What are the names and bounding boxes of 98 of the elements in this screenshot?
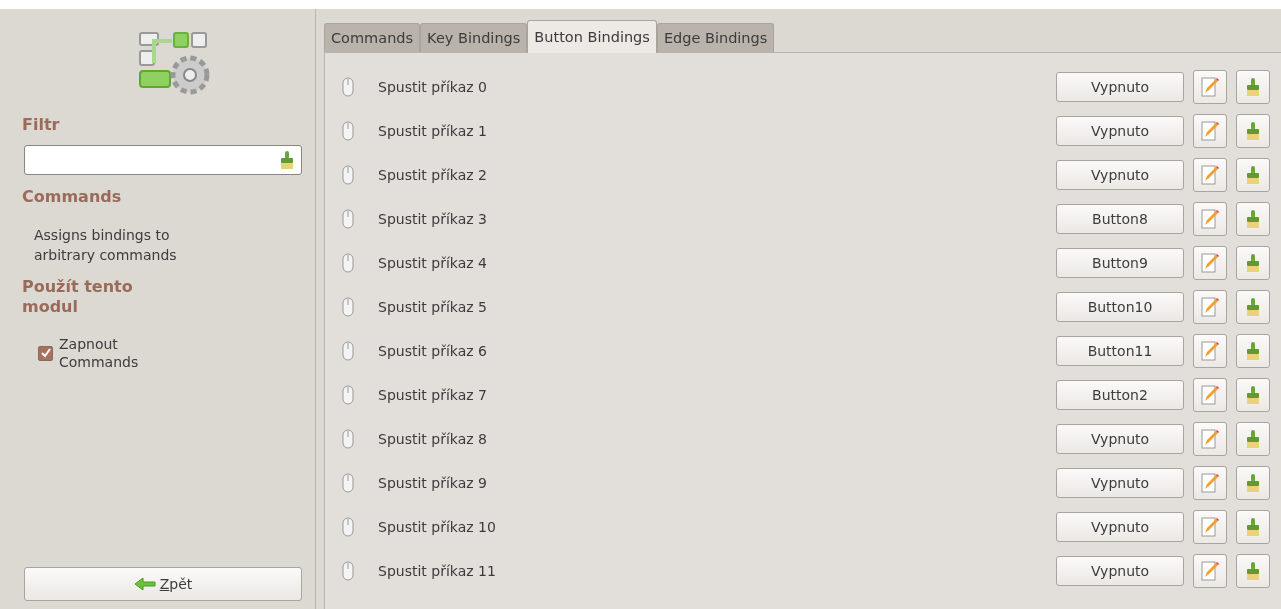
mouse-icon xyxy=(342,209,354,229)
command-name: Spustit příkaz 6 xyxy=(378,343,488,359)
edit-icon xyxy=(1201,253,1219,273)
mouse-icon xyxy=(342,385,354,405)
mouse-icon xyxy=(342,77,354,97)
edit-icon xyxy=(1201,297,1219,317)
binding-button[interactable]: Vypnuto xyxy=(1056,512,1184,542)
edit-icon xyxy=(1201,341,1219,361)
command-name: Spustit příkaz 1 xyxy=(378,123,488,139)
broom-icon xyxy=(279,150,295,170)
edit-icon xyxy=(1201,121,1219,141)
use-module-heading: Použít tento modul xyxy=(22,277,134,317)
clear-button[interactable] xyxy=(1236,246,1270,280)
broom-icon xyxy=(1245,517,1261,537)
broom-icon xyxy=(1245,473,1261,493)
edit-icon xyxy=(1201,209,1219,229)
command-name: Spustit příkaz 8 xyxy=(378,431,488,447)
edit-button[interactable] xyxy=(1193,158,1227,192)
binding-button[interactable]: Vypnuto xyxy=(1056,556,1184,586)
clear-button[interactable] xyxy=(1236,334,1270,368)
command-name: Spustit příkaz 2 xyxy=(378,167,488,183)
clear-button[interactable] xyxy=(1236,510,1270,544)
edit-button[interactable] xyxy=(1193,554,1227,588)
binding-button[interactable]: Button2 xyxy=(1056,380,1184,410)
command-name: Spustit příkaz 10 xyxy=(378,519,497,535)
command-name: Spustit příkaz 9 xyxy=(378,475,488,491)
mouse-icon xyxy=(342,473,354,493)
edit-icon xyxy=(1201,77,1219,97)
tab[interactable]: Button Bindings xyxy=(527,20,657,53)
command-name: Spustit příkaz 7 xyxy=(378,387,488,403)
back-button[interactable]: Zpět xyxy=(24,567,302,601)
clear-button[interactable] xyxy=(1236,290,1270,324)
mouse-icon xyxy=(342,341,354,361)
broom-icon xyxy=(1245,297,1261,317)
edit-button[interactable] xyxy=(1193,246,1227,280)
binding-button[interactable]: Vypnuto xyxy=(1056,116,1184,146)
mouse-icon xyxy=(342,165,354,185)
module-description: Assigns bindings to arbitrary commands xyxy=(34,226,178,265)
clear-button[interactable] xyxy=(1236,114,1270,148)
back-arrow-icon xyxy=(133,577,156,591)
tab[interactable]: Commands xyxy=(324,23,421,52)
broom-icon xyxy=(1245,121,1261,141)
broom-icon xyxy=(1245,385,1261,405)
broom-icon xyxy=(1245,209,1261,229)
edit-button[interactable] xyxy=(1193,70,1227,104)
tab[interactable]: Edge Bindings xyxy=(656,23,775,52)
edit-icon xyxy=(1201,385,1219,405)
clear-button[interactable] xyxy=(1236,422,1270,456)
clear-button[interactable] xyxy=(1236,158,1270,192)
mouse-icon xyxy=(342,429,354,449)
clear-button[interactable] xyxy=(1236,466,1270,500)
binding-button[interactable]: Button10 xyxy=(1056,292,1184,322)
command-name: Spustit příkaz 5 xyxy=(378,299,488,315)
filter-heading: Filtr xyxy=(22,115,61,135)
binding-button[interactable]: Vypnuto xyxy=(1056,424,1184,454)
command-name: Spustit příkaz 11 xyxy=(378,563,497,579)
binding-button[interactable]: Button8 xyxy=(1056,204,1184,234)
edit-button[interactable] xyxy=(1193,422,1227,456)
mouse-icon xyxy=(342,297,354,317)
clear-button[interactable] xyxy=(1236,554,1270,588)
edit-button[interactable] xyxy=(1193,334,1227,368)
command-name: Spustit příkaz 4 xyxy=(378,255,488,271)
broom-icon xyxy=(1245,341,1261,361)
edit-icon xyxy=(1201,517,1219,537)
edit-button[interactable] xyxy=(1193,114,1227,148)
edit-icon xyxy=(1201,561,1219,581)
broom-icon xyxy=(1245,429,1261,449)
binding-button[interactable]: Vypnuto xyxy=(1056,468,1184,498)
mouse-icon xyxy=(342,517,354,537)
edit-button[interactable] xyxy=(1193,466,1227,500)
mouse-icon xyxy=(342,121,354,141)
clear-button[interactable] xyxy=(1236,202,1270,236)
binding-button[interactable]: Button11 xyxy=(1056,336,1184,366)
edit-icon xyxy=(1201,473,1219,493)
module-heading: Commands xyxy=(22,187,123,207)
broom-icon xyxy=(1245,77,1261,97)
edit-button[interactable] xyxy=(1193,202,1227,236)
command-name: Spustit příkaz 3 xyxy=(378,211,488,227)
enable-checkbox[interactable] xyxy=(38,345,53,361)
edit-button[interactable] xyxy=(1193,510,1227,544)
clear-button[interactable] xyxy=(1236,70,1270,104)
enable-label: Zapnout Commands xyxy=(59,335,140,371)
filter-field[interactable] xyxy=(24,145,302,175)
edit-icon xyxy=(1201,165,1219,185)
binding-button[interactable]: Button9 xyxy=(1056,248,1184,278)
broom-icon xyxy=(1245,561,1261,581)
binding-button[interactable]: Vypnuto xyxy=(1056,160,1184,190)
broom-icon xyxy=(1245,253,1261,273)
mouse-icon xyxy=(342,253,354,273)
edit-icon xyxy=(1201,429,1219,449)
tab[interactable]: Key Bindings xyxy=(420,23,528,52)
mouse-icon xyxy=(342,561,354,581)
edit-button[interactable] xyxy=(1193,290,1227,324)
binding-button[interactable]: Vypnuto xyxy=(1056,72,1184,102)
clear-button[interactable] xyxy=(1236,378,1270,412)
edit-button[interactable] xyxy=(1193,378,1227,412)
broom-icon xyxy=(1245,165,1261,185)
command-name: Spustit příkaz 0 xyxy=(378,79,488,95)
